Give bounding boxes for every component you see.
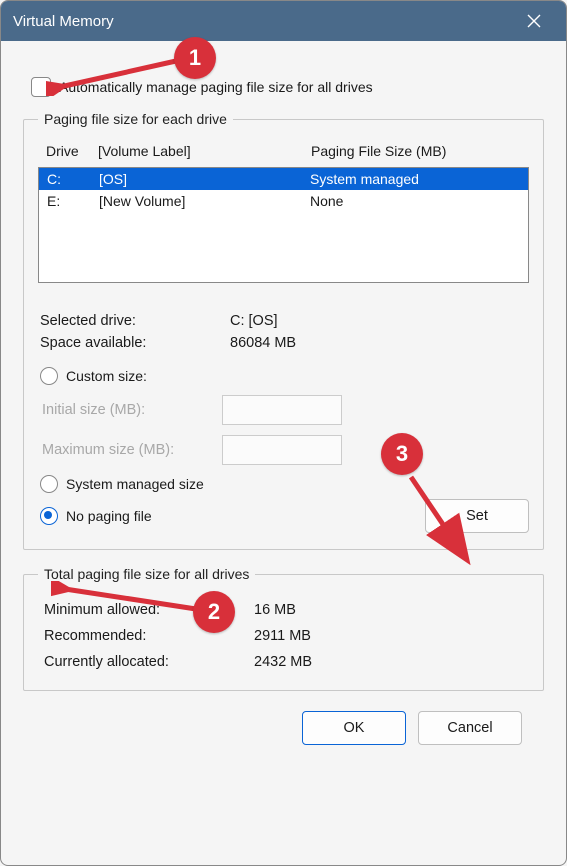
no-paging-label: No paging file	[66, 508, 152, 524]
annotation-badge-3: 3	[381, 433, 423, 475]
initial-size-label: Initial size (MB):	[42, 402, 222, 418]
no-paging-radio[interactable]	[40, 507, 58, 525]
close-icon	[527, 14, 541, 28]
drive-paging-size: None	[310, 193, 520, 209]
window-title: Virtual Memory	[13, 13, 114, 30]
maximum-size-label: Maximum size (MB):	[42, 442, 222, 458]
currently-allocated-value: 2432 MB	[254, 654, 523, 670]
drive-table-spacer	[39, 212, 528, 282]
auto-manage-checkbox[interactable]	[31, 77, 51, 97]
recommended-value: 2911 MB	[254, 628, 523, 644]
custom-size-radio[interactable]	[40, 367, 58, 385]
initial-size-input[interactable]	[222, 395, 342, 425]
drive-row[interactable]: E:[New Volume]None	[39, 190, 528, 212]
custom-size-label: Custom size:	[66, 368, 147, 384]
paging-per-drive-group: Paging file size for each drive Drive [V…	[23, 111, 544, 550]
header-drive: Drive	[46, 143, 98, 159]
close-button[interactable]	[514, 1, 554, 41]
set-button[interactable]: Set	[425, 499, 529, 533]
custom-size-option[interactable]: Custom size:	[40, 367, 527, 385]
drive-volume-label: [New Volume]	[99, 193, 310, 209]
drive-letter: C:	[47, 171, 99, 187]
dialog-content: Automatically manage paging file size fo…	[1, 41, 566, 763]
space-available-value: 86084 MB	[230, 335, 527, 351]
system-managed-radio[interactable]	[40, 475, 58, 493]
header-paging-size: Paging File Size (MB)	[311, 143, 521, 159]
virtual-memory-dialog: Virtual Memory Automatically manage pagi…	[0, 0, 567, 866]
drive-letter: E:	[47, 193, 99, 209]
space-available-label: Space available:	[40, 335, 230, 351]
selected-drive-info: Selected drive: C: [OS] Space available:…	[40, 313, 527, 351]
drive-table-header: Drive [Volume Label] Paging File Size (M…	[38, 139, 529, 161]
drive-volume-label: [OS]	[99, 171, 310, 187]
paging-per-drive-legend: Paging file size for each drive	[38, 111, 233, 127]
annotation-badge-2: 2	[193, 591, 235, 633]
system-managed-option[interactable]: System managed size	[40, 475, 527, 493]
selected-drive-label: Selected drive:	[40, 313, 230, 329]
custom-size-inputs: Initial size (MB): Maximum size (MB):	[42, 395, 529, 465]
auto-manage-label: Automatically manage paging file size fo…	[59, 79, 373, 95]
system-managed-label: System managed size	[66, 476, 204, 492]
auto-manage-row: Automatically manage paging file size fo…	[31, 77, 544, 97]
totals-group: Total paging file size for all drives Mi…	[23, 566, 544, 691]
minimum-allowed-value: 16 MB	[254, 602, 523, 618]
no-paging-option[interactable]: No paging file	[40, 507, 152, 525]
selected-drive-value: C: [OS]	[230, 313, 527, 329]
drive-paging-size: System managed	[310, 171, 520, 187]
annotation-badge-1: 1	[174, 37, 216, 79]
titlebar: Virtual Memory	[1, 1, 566, 41]
header-volume-label: [Volume Label]	[98, 143, 311, 159]
dialog-footer: OK Cancel	[23, 707, 544, 745]
ok-button[interactable]: OK	[302, 711, 406, 745]
drive-row[interactable]: C:[OS]System managed	[39, 168, 528, 190]
cancel-button[interactable]: Cancel	[418, 711, 522, 745]
maximum-size-input[interactable]	[222, 435, 342, 465]
totals-legend: Total paging file size for all drives	[38, 566, 255, 582]
currently-allocated-label: Currently allocated:	[44, 654, 254, 670]
drive-table[interactable]: C:[OS]System managedE:[New Volume]None	[38, 167, 529, 283]
